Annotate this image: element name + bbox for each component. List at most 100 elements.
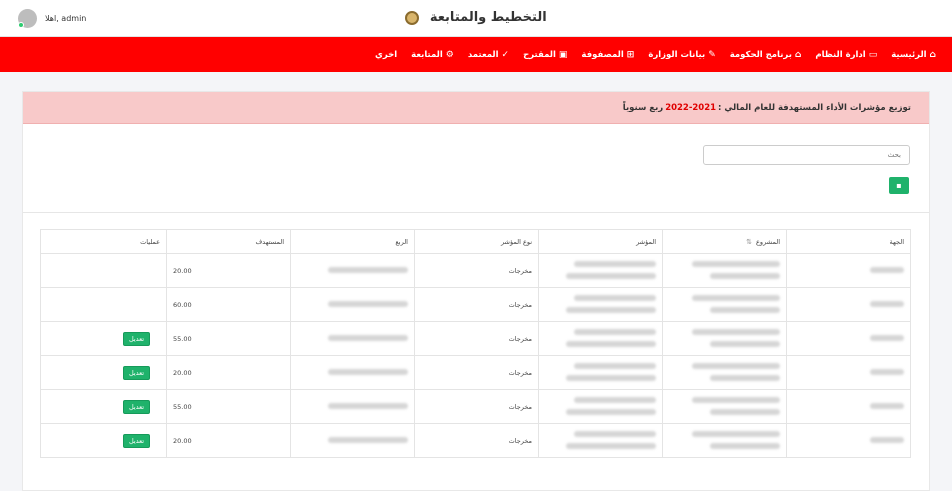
target-cell: 20.00: [166, 423, 291, 458]
edit-button[interactable]: تعديل: [123, 365, 151, 380]
check-icon: ✓: [501, 49, 510, 60]
target-cell: 20.00: [166, 253, 291, 288]
actions-cell: [40, 287, 167, 322]
header-quarter[interactable]: الربع: [290, 229, 415, 254]
redacted-cell: [290, 287, 415, 322]
redacted-text: [574, 430, 656, 437]
redacted-cell: [662, 389, 787, 424]
redacted-text: [574, 396, 656, 403]
redacted-cell: [290, 355, 415, 390]
nav-item-home[interactable]: ⌂ الرئيسية: [891, 50, 936, 60]
redacted-text: [328, 300, 408, 307]
table-row: مخرجات 55.00 تعديل: [40, 389, 911, 424]
export-excel-button[interactable]: ▪: [889, 177, 909, 194]
edit-button[interactable]: تعديل: [123, 399, 151, 414]
indicators-table: الجهة المشروع ⇅ المؤشر نوع المؤشر الربع …: [40, 229, 911, 458]
header-project[interactable]: المشروع ⇅: [662, 229, 787, 254]
user-greeting: اهلا, admin: [45, 14, 87, 23]
redacted-cell: [786, 321, 911, 356]
nav-item-ministry-data[interactable]: ✎ بيانات الوزارة: [648, 50, 715, 60]
redacted-text: [328, 334, 408, 341]
redacted-cell: [538, 423, 663, 458]
header-indicator-type[interactable]: نوع المؤشر: [414, 229, 539, 254]
redacted-text: [870, 300, 904, 307]
table-row: مخرجات 20.00 تعديل: [40, 355, 911, 390]
indicator-type-cell: مخرجات: [414, 423, 539, 458]
edit-button[interactable]: تعديل: [123, 433, 151, 448]
nav-item-approved[interactable]: ✓ المعتمد: [468, 50, 509, 60]
redacted-cell: [786, 389, 911, 424]
redacted-cell: [786, 287, 911, 322]
nav-item-proposed[interactable]: ▣ المقترح: [523, 50, 567, 60]
redacted-cell: [662, 287, 787, 322]
redacted-text: [710, 340, 780, 347]
card-icon: ▣: [558, 49, 568, 60]
avatar[interactable]: [18, 9, 37, 28]
page-alert: توزيع مؤشرات الأداء المستهدفة للعام الما…: [23, 92, 929, 124]
indicator-type-cell: مخرجات: [414, 355, 539, 390]
logo-icon: [405, 10, 420, 25]
top-bar: التخطيط والمتابعة اهلا, admin: [0, 0, 952, 37]
redacted-cell: [290, 423, 415, 458]
redacted-text: [710, 442, 780, 449]
bank-icon: ⌂: [794, 49, 802, 60]
redacted-text: [710, 272, 780, 279]
nav-label: المتابعة: [411, 49, 443, 60]
redacted-text: [692, 294, 780, 301]
redacted-text: [566, 340, 656, 347]
target-cell: 60.00: [166, 287, 291, 322]
alert-suffix: ربع سنوياً: [622, 102, 664, 113]
redacted-text: [574, 362, 656, 369]
grid-icon: ⊞: [626, 49, 635, 60]
redacted-cell: [662, 321, 787, 356]
header-entity[interactable]: الجهة: [786, 229, 911, 254]
redacted-text: [328, 436, 408, 443]
nav-label: الرئيسية: [891, 49, 927, 60]
nav-item-other[interactable]: اخري: [375, 50, 397, 60]
header-target[interactable]: المستهدف: [166, 229, 291, 254]
table-row: مخرجات 55.00 تعديل: [40, 321, 911, 356]
monitor-icon: ▭: [868, 49, 878, 60]
nav-item-followup[interactable]: ⚙ المتابعة: [411, 50, 454, 60]
search-input[interactable]: [703, 145, 910, 165]
redacted-text: [710, 306, 780, 313]
nav-item-system[interactable]: ▭ ادارة النظام: [815, 50, 877, 60]
nav-label: المعتمد: [467, 49, 499, 60]
redacted-cell: [538, 321, 663, 356]
redacted-text: [566, 374, 656, 381]
actions-cell: [40, 253, 167, 288]
redacted-text: [692, 396, 780, 403]
edit-button[interactable]: تعديل: [123, 331, 151, 346]
target-cell: 55.00: [166, 389, 291, 424]
redacted-text: [574, 294, 656, 301]
target-cell: 20.00: [166, 355, 291, 390]
app-brand[interactable]: التخطيط والمتابعة: [0, 10, 952, 25]
gears-icon: ⚙: [445, 49, 454, 60]
header-indicator[interactable]: المؤشر: [538, 229, 663, 254]
redacted-text: [870, 266, 904, 273]
home-icon: ⌂: [929, 49, 936, 60]
redacted-text: [574, 328, 656, 335]
indicator-type-cell: مخرجات: [414, 253, 539, 288]
online-status-icon: [18, 22, 24, 28]
nav-label: ادارة النظام: [815, 49, 866, 60]
redacted-cell: [538, 253, 663, 288]
table-header-row: الجهة المشروع ⇅ المؤشر نوع المؤشر الربع …: [40, 229, 911, 254]
redacted-cell: [290, 253, 415, 288]
sort-icon: ⇅: [746, 237, 752, 246]
redacted-text: [870, 368, 904, 375]
actions-cell: تعديل: [40, 321, 167, 356]
actions-cell: تعديل: [40, 389, 167, 424]
redacted-text: [692, 328, 780, 335]
nav-item-gov-program[interactable]: ⌂ برنامج الحكومة: [730, 50, 802, 60]
user-menu[interactable]: اهلا, admin: [18, 9, 86, 28]
redacted-text: [710, 408, 780, 415]
nav-item-matrix[interactable]: ⊞ المصفوفة: [581, 50, 634, 60]
redacted-cell: [290, 389, 415, 424]
edit-icon: ✎: [708, 49, 716, 60]
redacted-cell: [786, 253, 911, 288]
redacted-cell: [290, 321, 415, 356]
table-row: مخرجات 60.00: [40, 287, 911, 322]
nav-label: اخري: [375, 49, 398, 60]
nav-label: برنامج الحكومة: [729, 49, 792, 60]
